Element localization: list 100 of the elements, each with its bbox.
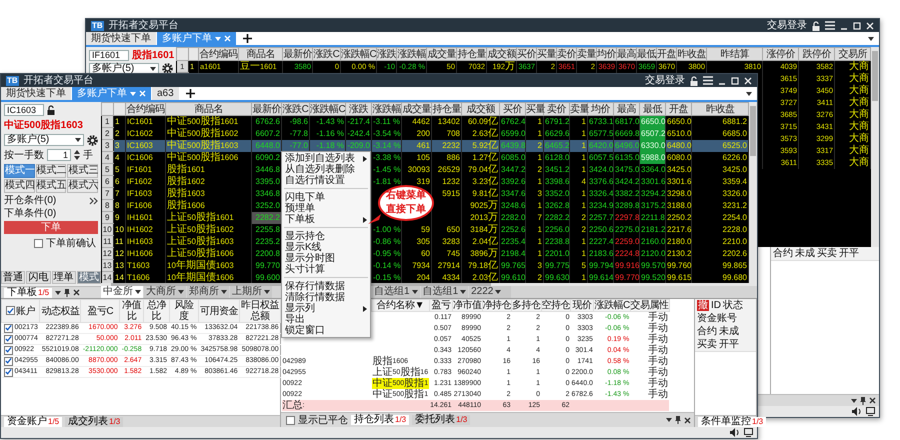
- caret-icon[interactable]: [55, 290, 62, 294]
- plus-icon[interactable]: [186, 89, 195, 98]
- checkbox[interactable]: [4, 346, 12, 354]
- close-icon[interactable]: [684, 416, 691, 424]
- mode-button[interactable]: 模式二: [36, 164, 66, 178]
- menu-item[interactable]: 显示K线: [282, 242, 370, 253]
- menu-item[interactable]: 显示列: [282, 303, 370, 314]
- close-icon[interactable]: [869, 397, 876, 404]
- caret-icon[interactable]: [135, 290, 141, 294]
- mode-button[interactable]: 模式六: [67, 179, 98, 193]
- tab[interactable]: 期货快速下单: [86, 32, 156, 45]
- caret-icon[interactable]: [412, 290, 418, 294]
- menu-item[interactable]: 显示分时图: [282, 253, 370, 264]
- pane-tab[interactable]: 委托列表 1/3: [412, 415, 470, 425]
- plus-icon[interactable]: [243, 34, 252, 43]
- maximize-icon[interactable]: [853, 22, 861, 30]
- tab[interactable]: 闪电: [26, 271, 50, 284]
- menu-item[interactable]: 下单板: [282, 214, 370, 225]
- pin-icon[interactable]: [860, 396, 866, 404]
- checkbox[interactable]: [4, 368, 12, 376]
- account-select[interactable]: 多帐户(5): [89, 63, 159, 74]
- pane-tab[interactable]: 持仓列表 1/3: [351, 415, 410, 425]
- tab[interactable]: 普通: [1, 271, 26, 284]
- checkbox[interactable]: [34, 238, 43, 248]
- caret-icon[interactable]: [868, 36, 874, 40]
- caret-icon[interactable]: [150, 66, 156, 70]
- checkbox[interactable]: [286, 416, 295, 424]
- pane-tab[interactable]: 成交列表 1/3: [65, 416, 124, 426]
- checkbox[interactable]: [4, 324, 12, 332]
- scrollbar[interactable]: [749, 102, 757, 283]
- exchange-tab[interactable]: 中金所: [101, 286, 143, 298]
- spinner-arrows-icon[interactable]: [74, 150, 80, 160]
- menu-item[interactable]: 闪电下单: [282, 192, 370, 203]
- column-header: 昨收盘: [676, 48, 706, 60]
- caret-icon[interactable]: [264, 290, 270, 294]
- column-header: 商品名: [238, 48, 282, 60]
- tab[interactable]: 埋单: [52, 271, 76, 284]
- caret-icon[interactable]: [851, 398, 857, 402]
- checkbox[interactable]: [4, 334, 12, 344]
- account-select[interactable]: 多账户(5): [4, 134, 84, 146]
- column-header: 成交额: [486, 48, 516, 60]
- pane-tab[interactable]: 下单板 1/5: [4, 288, 52, 298]
- menu-item[interactable]: 预埋单: [282, 203, 370, 214]
- menu-item[interactable]: 保存行情数据: [282, 281, 370, 292]
- menu-item[interactable]: 清除行情数据: [282, 292, 370, 303]
- tab[interactable]: 期货快速下单: [1, 87, 71, 100]
- mode-button[interactable]: 模式五: [36, 179, 66, 193]
- table-cell: 手动: [630, 389, 670, 400]
- mode-button[interactable]: 模式四: [4, 179, 35, 193]
- exchange-tab[interactable]: 大商所: [144, 286, 186, 298]
- double-chevron-icon[interactable]: [89, 196, 98, 204]
- pin-icon[interactable]: [675, 416, 681, 424]
- contract-input[interactable]: IF1601: [89, 50, 129, 60]
- caret-icon[interactable]: [460, 290, 466, 294]
- tab[interactable]: 模式: [76, 271, 101, 284]
- tab[interactable]: a63: [152, 87, 179, 100]
- app-logo: TB: [6, 76, 19, 86]
- order-button[interactable]: 下单: [4, 221, 98, 234]
- lock-icon[interactable]: [690, 76, 698, 86]
- exchange-tab[interactable]: 2222: [469, 286, 512, 298]
- scrollbar[interactable]: [871, 47, 879, 247]
- exchange-tab[interactable]: 郑商所: [187, 286, 229, 298]
- login-link[interactable]: 交易登录: [645, 74, 685, 87]
- maximize-icon[interactable]: [731, 76, 739, 84]
- lock-icon[interactable]: [47, 105, 55, 115]
- monitor-icon[interactable]: [866, 407, 875, 416]
- menu-item[interactable]: 从自选列表删除: [282, 164, 370, 175]
- gear-icon[interactable]: [87, 134, 98, 146]
- exchange-tab[interactable]: 自选组1: [420, 286, 468, 298]
- caret-icon[interactable]: [495, 290, 502, 294]
- exchange-tab[interactable]: 上期所: [230, 286, 272, 298]
- mode-button[interactable]: 模式三: [67, 164, 98, 178]
- menu-item[interactable]: 导出: [282, 314, 370, 325]
- menu-item[interactable]: 自选行情设置: [282, 175, 370, 186]
- quantity-input[interactable]: 1: [47, 149, 71, 161]
- menu-item[interactable]: 头寸计算: [282, 264, 370, 275]
- gear-icon[interactable]: [162, 63, 173, 74]
- caret-icon[interactable]: [75, 138, 81, 142]
- caret-icon[interactable]: [178, 290, 184, 294]
- caret-icon[interactable]: [221, 290, 227, 294]
- list-icon[interactable]: [703, 76, 713, 85]
- pane-tab[interactable]: 资金账户 1/5: [4, 416, 62, 426]
- login-link[interactable]: 交易登录: [767, 19, 807, 32]
- speaker-icon[interactable]: [730, 428, 740, 437]
- close-icon[interactable]: [73, 289, 80, 296]
- lock-icon[interactable]: [812, 20, 820, 30]
- monitor-icon[interactable]: [744, 428, 753, 437]
- condition-label: 下单条件(0): [4, 208, 56, 219]
- exchange-tab[interactable]: 自选组1: [372, 286, 420, 298]
- contract-input[interactable]: IC1603: [4, 104, 44, 116]
- checkbox[interactable]: [6, 306, 16, 316]
- menu-item[interactable]: 显示持仓: [282, 231, 370, 242]
- speaker-icon[interactable]: [852, 407, 862, 416]
- checkbox[interactable]: [4, 356, 12, 366]
- list-icon[interactable]: [825, 21, 835, 30]
- menu-item[interactable]: 锁定窗口: [282, 325, 370, 336]
- pane-tab[interactable]: 条件单监控 1/3: [698, 416, 766, 426]
- column-header: 最高: [614, 102, 640, 116]
- menu-item[interactable]: 添加到自选列表: [282, 153, 370, 164]
- pin-icon[interactable]: [64, 288, 70, 296]
